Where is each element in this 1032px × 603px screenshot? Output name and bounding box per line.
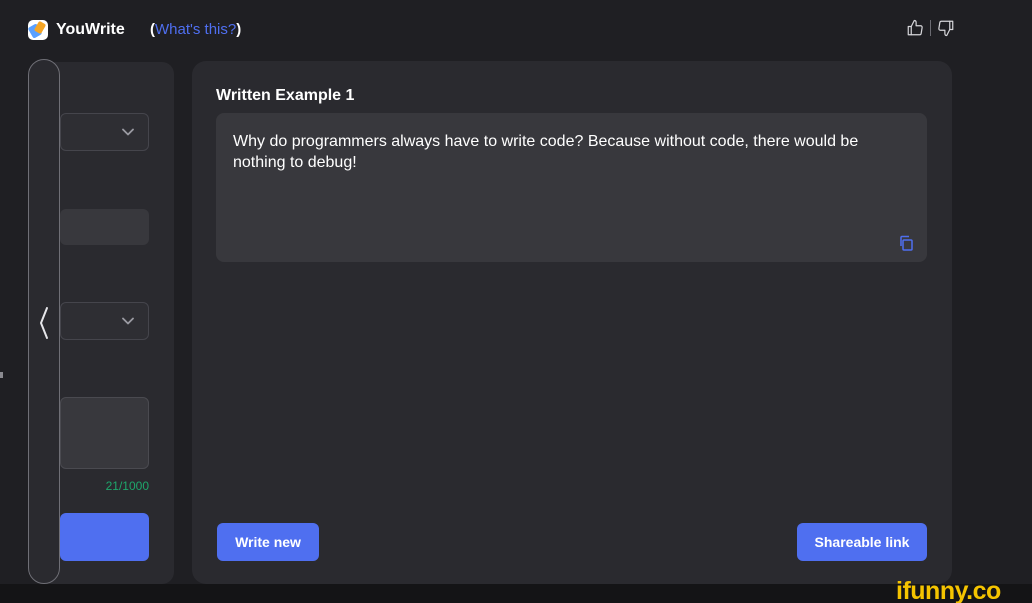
result-card: Written Example 1 Why do programmers alw… xyxy=(192,61,952,584)
result-title: Written Example 1 xyxy=(216,87,355,104)
chevron-left-icon xyxy=(40,307,48,339)
copy-icon[interactable] xyxy=(898,235,914,256)
settings-panel: 21/1000 xyxy=(40,62,174,584)
whats-this-link[interactable]: What's this? xyxy=(155,21,236,38)
feedback-divider xyxy=(930,20,931,36)
settings-dropdown-1[interactable] xyxy=(60,113,149,151)
ifunny-watermark: ifunny.co xyxy=(896,577,1001,603)
settings-textarea[interactable] xyxy=(60,397,149,469)
app-page: YouWrite (What's this?) 21/1000 Written … xyxy=(0,0,1032,603)
whats-this-paren-close: ) xyxy=(236,21,242,38)
chevron-down-icon xyxy=(122,128,134,136)
edge-fragment xyxy=(0,372,3,378)
thumbs-down-icon[interactable] xyxy=(937,19,955,37)
settings-input[interactable] xyxy=(60,209,149,245)
character-counter: 21/1000 xyxy=(105,479,149,493)
output-box: Why do programmers always have to write … xyxy=(216,113,927,262)
settings-dropdown-2[interactable] xyxy=(60,302,149,340)
thumbs-up-icon[interactable] xyxy=(906,19,924,37)
sidebar-collapse-handle[interactable] xyxy=(28,59,60,584)
chevron-down-icon xyxy=(122,317,134,325)
write-new-button[interactable]: Write new xyxy=(217,523,319,561)
shareable-link-button[interactable]: Shareable link xyxy=(797,523,927,561)
bottom-strip xyxy=(0,584,1032,603)
whats-this: (What's this?) xyxy=(150,21,241,38)
output-text: Why do programmers always have to write … xyxy=(233,133,859,171)
brand[interactable]: YouWrite xyxy=(28,20,125,40)
generate-button[interactable] xyxy=(60,513,149,561)
youwrite-logo-icon xyxy=(28,20,48,40)
feedback-controls xyxy=(906,19,955,37)
brand-name: YouWrite xyxy=(56,21,125,38)
